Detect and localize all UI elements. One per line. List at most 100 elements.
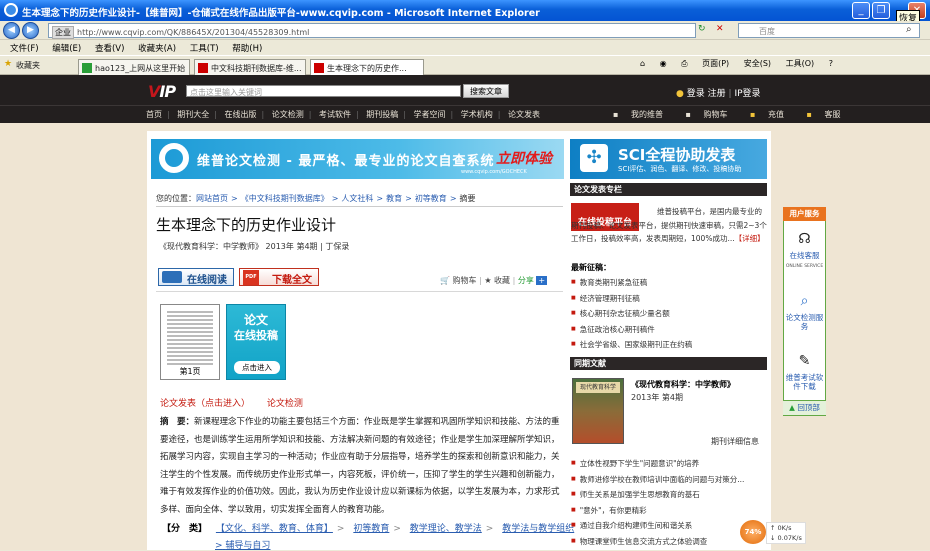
journal-cover[interactable]: 现代教育科学 bbox=[572, 378, 624, 444]
list-item[interactable]: 立体性视野下学生"问题意识"的培养 bbox=[571, 456, 767, 472]
feed-icon[interactable]: ◉ bbox=[660, 59, 667, 68]
ip-login-link[interactable]: IP登录 bbox=[734, 89, 760, 99]
journal-details-link[interactable]: 期刊详细信息 bbox=[711, 436, 759, 447]
page-thumbnail[interactable]: 第1页 bbox=[160, 304, 220, 380]
enter-button[interactable]: 点击进入 bbox=[234, 361, 280, 374]
nav-submit[interactable]: 期刊投稿 bbox=[366, 110, 398, 119]
article-title: 生本理念下的历史作业设计 bbox=[156, 216, 337, 234]
list-item[interactable]: 通过自我介绍构建师生间和谐关系 bbox=[571, 518, 767, 534]
favorites-label[interactable]: 收藏夹 bbox=[16, 60, 40, 71]
publish-paper-link[interactable]: 论文发表（点击进入） bbox=[160, 399, 250, 409]
nav-online-publish[interactable]: 在线出版 bbox=[225, 110, 257, 119]
nav-home[interactable]: 首页 bbox=[146, 110, 162, 119]
class-link[interactable]: 初等教育 bbox=[353, 524, 389, 534]
tab-hao123[interactable]: hao123_上网从这里开始 bbox=[78, 59, 190, 75]
submit-promo[interactable]: 论文 在线投稿 点击进入 bbox=[226, 304, 286, 380]
class-link[interactable]: 【文化、科学、教育、体育】 bbox=[216, 524, 333, 534]
site-logo[interactable]: VIP bbox=[148, 82, 176, 101]
paper-check-link[interactable]: 论文检测 bbox=[267, 399, 303, 409]
exam-software-button[interactable]: ✎ 维普考试软件下载 bbox=[784, 352, 825, 391]
crumb-home[interactable]: 网站首页 bbox=[196, 194, 228, 203]
crumb-education[interactable]: 教育 bbox=[386, 194, 402, 203]
service-link[interactable]: ▪ 客服 bbox=[807, 110, 851, 119]
site-search-button[interactable]: 搜索文章 bbox=[463, 84, 509, 98]
register-link[interactable]: 注册 bbox=[708, 89, 726, 99]
list-item[interactable]: 教育类期刊紧急征稿 bbox=[571, 275, 767, 291]
list-item[interactable]: 社会学省级、国家级期刊正在约稿 bbox=[571, 337, 767, 353]
menu-view[interactable]: 查看(V) bbox=[95, 44, 124, 54]
menu-tools[interactable]: 工具(T) bbox=[190, 44, 219, 54]
search-input[interactable]: 百度 bbox=[738, 23, 920, 38]
nav-scholar[interactable]: 学者空间 bbox=[414, 110, 446, 119]
safety-menu[interactable]: 安全(S) bbox=[744, 59, 771, 68]
back-to-top-button[interactable]: ▲ 回顶部 bbox=[783, 400, 826, 415]
menu-file[interactable]: 文件(F) bbox=[10, 44, 39, 54]
list-item[interactable]: "意外"，有你更精彩 bbox=[571, 503, 767, 519]
class-link[interactable]: 教学法与教学组织 bbox=[502, 524, 574, 534]
ie-command-bar: ⌂ ◉ ⎙ 页面(P) 安全(S) 工具(O) ? bbox=[640, 58, 845, 69]
crumb-current: 摘要 bbox=[459, 194, 476, 203]
favorite-link[interactable]: 收藏 bbox=[494, 276, 510, 285]
help-icon[interactable]: ? bbox=[829, 59, 833, 68]
section-header-publish: 论文发表专栏 bbox=[570, 183, 767, 196]
download-button[interactable]: PDF 下载全文 bbox=[239, 268, 319, 286]
ie-logo-icon bbox=[4, 3, 18, 17]
crumb-db[interactable]: 《中文科技期刊数据库》 bbox=[241, 194, 329, 203]
browser-mode-label[interactable]: 企业 bbox=[52, 26, 74, 39]
tab-cqvip-db[interactable]: 中文科技期刊数据库-维... bbox=[194, 59, 306, 75]
journal-title[interactable]: 《现代教育科学：中学教师》 bbox=[631, 379, 735, 390]
star-icon: ★ bbox=[484, 276, 492, 285]
site-search-input[interactable]: 点击这里输入关键词 bbox=[186, 85, 461, 97]
sci-banner[interactable]: ✣ SCI全程协助发表 SCI评估、润色、翻译、修改、投稿协助 bbox=[570, 139, 767, 179]
read-online-button[interactable]: 在线阅读 bbox=[158, 268, 234, 286]
recharge-icon: ▪ bbox=[750, 110, 756, 119]
home-icon[interactable]: ⌂ bbox=[640, 59, 645, 68]
nav-paper-check[interactable]: 论文检测 bbox=[272, 110, 304, 119]
headset-icon: ☊ bbox=[798, 231, 811, 247]
class-link[interactable]: > 辅导与自习 bbox=[215, 538, 270, 551]
minimize-button[interactable]: _ bbox=[852, 2, 870, 19]
recharge-link[interactable]: ▪ 充值 bbox=[750, 110, 794, 119]
page-menu[interactable]: 页面(P) bbox=[702, 59, 729, 68]
list-item[interactable]: 经济管理期刊征稿 bbox=[571, 291, 767, 307]
login-link[interactable]: 登录 bbox=[687, 89, 705, 99]
address-input[interactable]: 企业 http://www.cqvip.com/QK/88645X/201304/… bbox=[48, 23, 696, 39]
journal-issue: 2013年 第4期 bbox=[631, 393, 683, 402]
stop-icon[interactable]: ✕ bbox=[716, 24, 724, 34]
user-service-panel: ☊ 在线客服 ONLINE SERVICE ⌕ 论文检测服务 ✎ 维普考试软件下载 bbox=[783, 207, 826, 416]
add-cart-link[interactable]: 购物车 bbox=[453, 276, 477, 285]
search-icon[interactable]: ⌕ bbox=[906, 24, 912, 35]
list-item[interactable]: 核心期刊杂志征稿少量名额 bbox=[571, 306, 767, 322]
my-vip-link[interactable]: ▪ 我的维普 bbox=[613, 110, 673, 119]
tools-menu[interactable]: 工具(O) bbox=[786, 59, 815, 68]
menu-edit[interactable]: 编辑(E) bbox=[52, 44, 81, 54]
menu-favorites[interactable]: 收藏夹(A) bbox=[138, 44, 176, 54]
crumb-humanities[interactable]: 人文社科 bbox=[341, 194, 373, 203]
paper-check-service-button[interactable]: ⌕ 论文检测服务 bbox=[784, 292, 825, 331]
back-icon[interactable]: ◀ bbox=[3, 22, 20, 39]
nav-publish-paper[interactable]: 论文发表 bbox=[508, 110, 540, 119]
list-item[interactable]: 物理课堂师生信息交流方式之体验调查 bbox=[571, 534, 767, 550]
check-banner[interactable]: 维普论文检测 - 最严格、最专业的论文自查系统 立即体验 www.cqvip.c… bbox=[151, 139, 564, 179]
tab-current-article[interactable]: 生本理念下的历史作... bbox=[310, 59, 424, 75]
list-item[interactable]: 教师进修学校在教师培训中面临的问题与对策分... bbox=[571, 472, 767, 488]
site-nav-items: 首页 | 期刊大全 | 在线出版 | 论文检测 | 考试软件 | 期刊投稿 | 学者空间 | … bbox=[146, 110, 540, 119]
list-item[interactable]: 师生关系是加强学生思想教育的基石 bbox=[571, 487, 767, 503]
list-item[interactable]: 急征政治核心期刊稿件 bbox=[571, 322, 767, 338]
cart-link[interactable]: ▪ 购物车 bbox=[686, 110, 738, 119]
speed-meter-icon[interactable]: 74% bbox=[740, 520, 766, 544]
nav-exam-software[interactable]: 考试软件 bbox=[319, 110, 351, 119]
menu-help[interactable]: 帮助(H) bbox=[232, 44, 262, 54]
favorites-star-icon[interactable]: ★ bbox=[4, 59, 12, 69]
online-service-button[interactable]: ☊ 在线客服 ONLINE SERVICE bbox=[784, 230, 825, 271]
nav-institutions[interactable]: 学术机构 bbox=[461, 110, 493, 119]
nav-journals[interactable]: 期刊大全 bbox=[177, 110, 209, 119]
restore-button[interactable]: ❐ bbox=[872, 2, 890, 19]
refresh-icon[interactable]: ↻ bbox=[698, 24, 706, 34]
details-link[interactable]: 【详细】 bbox=[735, 234, 765, 243]
crumb-primary-edu[interactable]: 初等教育 bbox=[415, 194, 447, 203]
share-link[interactable]: 分享 bbox=[518, 276, 534, 285]
class-link[interactable]: 教学理论、教学法 bbox=[410, 524, 482, 534]
print-icon[interactable]: ⎙ bbox=[681, 59, 687, 68]
forward-icon[interactable]: ▶ bbox=[22, 22, 39, 39]
